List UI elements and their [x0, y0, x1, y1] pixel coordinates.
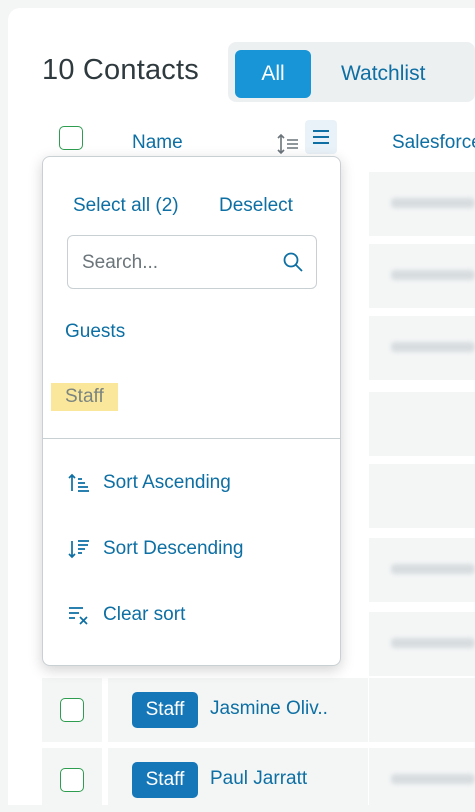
filter-option-staff[interactable]: Staff — [51, 383, 118, 411]
redacted-value — [391, 342, 475, 352]
table-cell: Staff Jasmine Oliv.. — [108, 678, 368, 742]
table-cell — [369, 244, 475, 308]
select-all-checkbox[interactable] — [59, 126, 83, 150]
select-all-link[interactable]: Select all (2) — [73, 195, 179, 217]
table-cell — [369, 612, 475, 676]
sort-descending-item[interactable]: Sort Descending — [67, 537, 243, 561]
table-cell — [369, 748, 475, 812]
table-cell — [369, 172, 475, 236]
sort-descending-label: Sort Descending — [103, 538, 244, 559]
staff-badge: Staff — [132, 692, 198, 728]
staff-badge: Staff — [132, 762, 198, 798]
row-checkbox[interactable] — [60, 698, 84, 722]
redacted-value — [391, 198, 475, 208]
filter-option-guests[interactable]: Guests — [65, 321, 125, 343]
clear-sort-label: Clear sort — [103, 604, 186, 625]
sort-icon[interactable] — [276, 132, 300, 156]
table-cell — [369, 538, 475, 602]
table-cell — [369, 392, 475, 456]
redacted-value — [391, 638, 475, 648]
column-filter-menu: Select all (2) Deselect Guests Staff Sor… — [42, 156, 341, 666]
column-header-salesforce[interactable]: Salesforce — [392, 132, 475, 154]
table-cell — [369, 678, 475, 742]
deselect-link[interactable]: Deselect — [219, 195, 293, 217]
filter-search-input[interactable] — [80, 248, 274, 278]
search-icon[interactable] — [282, 251, 304, 273]
row-checkbox[interactable] — [60, 768, 84, 792]
view-tabs: All Watchlist — [228, 42, 475, 102]
table-cell — [369, 316, 475, 380]
clear-sort-item[interactable]: Clear sort — [67, 603, 185, 627]
table-cell — [369, 464, 475, 528]
column-header-name[interactable]: Name — [132, 132, 183, 154]
table-cell: Staff Paul Jarratt — [108, 748, 368, 812]
page-title: 10 Contacts — [42, 54, 199, 86]
table-row — [42, 678, 102, 742]
menu-divider — [43, 438, 340, 439]
redacted-value — [391, 564, 475, 574]
sort-descending-icon — [68, 540, 89, 559]
sort-ascending-item[interactable]: Sort Ascending — [67, 471, 231, 495]
sort-ascending-label: Sort Ascending — [103, 472, 231, 493]
sort-ascending-icon — [68, 473, 89, 492]
contact-name[interactable]: Paul Jarratt — [210, 768, 307, 790]
tab-watchlist[interactable]: Watchlist — [341, 50, 425, 98]
filter-search — [67, 235, 317, 289]
contact-name[interactable]: Jasmine Oliv.. — [210, 698, 328, 720]
tab-all[interactable]: All — [235, 50, 311, 98]
menu-icon — [313, 130, 329, 144]
column-menu-button[interactable] — [305, 120, 337, 154]
clear-sort-icon — [69, 607, 88, 625]
redacted-value — [391, 270, 475, 280]
redacted-value — [391, 774, 475, 784]
table-row — [42, 748, 102, 812]
